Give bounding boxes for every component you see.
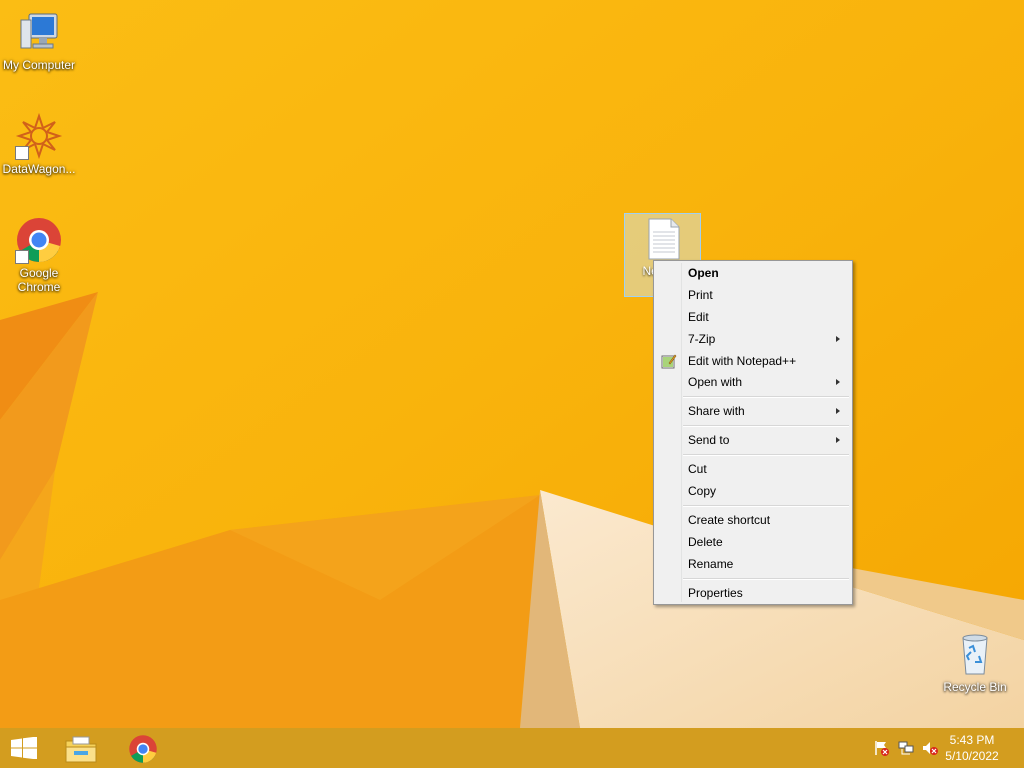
menu-item-edit[interactable]: Edit [656,306,850,328]
menu-item-print[interactable]: Print [656,284,850,306]
taskbar-file-explorer[interactable] [56,728,106,768]
desktop-icon-label: DataWagon... [2,162,76,176]
desktop-icon-google-chrome[interactable]: Google Chrome [0,216,79,294]
menu-separator [683,454,849,456]
menu-separator [683,578,849,580]
notepadpp-icon [661,353,677,369]
submenu-arrow-icon [836,379,840,385]
volume-muted-icon[interactable] [922,740,938,756]
start-icon [11,736,37,762]
desktop-icon-datawagon[interactable]: DataWagon... [0,112,79,176]
menu-item-cut[interactable]: Cut [656,458,850,480]
action-center-flag-icon[interactable] [874,740,890,756]
taskbar: 5:43 PM 5/10/2022 [0,728,1024,768]
menu-item-rename[interactable]: Rename [656,553,850,575]
menu-item-edit-with-notepadpp[interactable]: Edit with Notepad++ [656,350,850,372]
submenu-arrow-icon [836,437,840,443]
file-explorer-icon [65,735,97,766]
desktop-icon-label: Recycle Bin [943,680,1007,694]
text-file-icon [647,218,681,263]
submenu-arrow-icon [836,408,840,414]
menu-separator [683,425,849,427]
chrome-icon [15,216,63,264]
taskbar-chrome[interactable] [118,728,168,768]
menu-item-copy[interactable]: Copy [656,480,850,502]
clock-date: 5/10/2022 [945,749,999,763]
desktop-icon-label: Google Chrome [17,266,61,294]
clock-time: 5:43 PM [949,733,995,747]
menu-item-delete[interactable]: Delete [656,531,850,553]
menu-item-create-shortcut[interactable]: Create shortcut [656,509,850,531]
desktop-icon-recycle-bin[interactable]: Recycle Bin [935,630,1015,694]
menu-separator [683,505,849,507]
start-button[interactable] [0,728,48,768]
desktop-icon-my-computer[interactable]: My Computer [0,8,79,72]
computer-icon [15,8,63,56]
menu-item-open-with[interactable]: Open with [656,371,850,393]
taskbar-clock[interactable]: 5:43 PM 5/10/2022 [942,732,1002,764]
submenu-arrow-icon [836,336,840,342]
menu-item-share-with[interactable]: Share with [656,400,850,422]
recycle-bin-icon [951,630,999,678]
desktop-icon-label: My Computer [2,58,76,72]
datawagon-icon [15,112,63,160]
context-menu: Open Print Edit 7-Zip Edit with Notepad+… [653,260,853,605]
menu-separator [683,396,849,398]
desktop-wallpaper [0,0,1024,728]
shortcut-arrow-icon [15,146,29,160]
menu-item-open[interactable]: Open [656,262,850,284]
menu-item-send-to[interactable]: Send to [656,429,850,451]
menu-item-properties[interactable]: Properties [656,582,850,604]
menu-item-7zip[interactable]: 7-Zip [656,328,850,350]
network-icon[interactable] [898,740,914,756]
shortcut-arrow-icon [15,250,29,264]
chrome-icon [128,734,158,767]
